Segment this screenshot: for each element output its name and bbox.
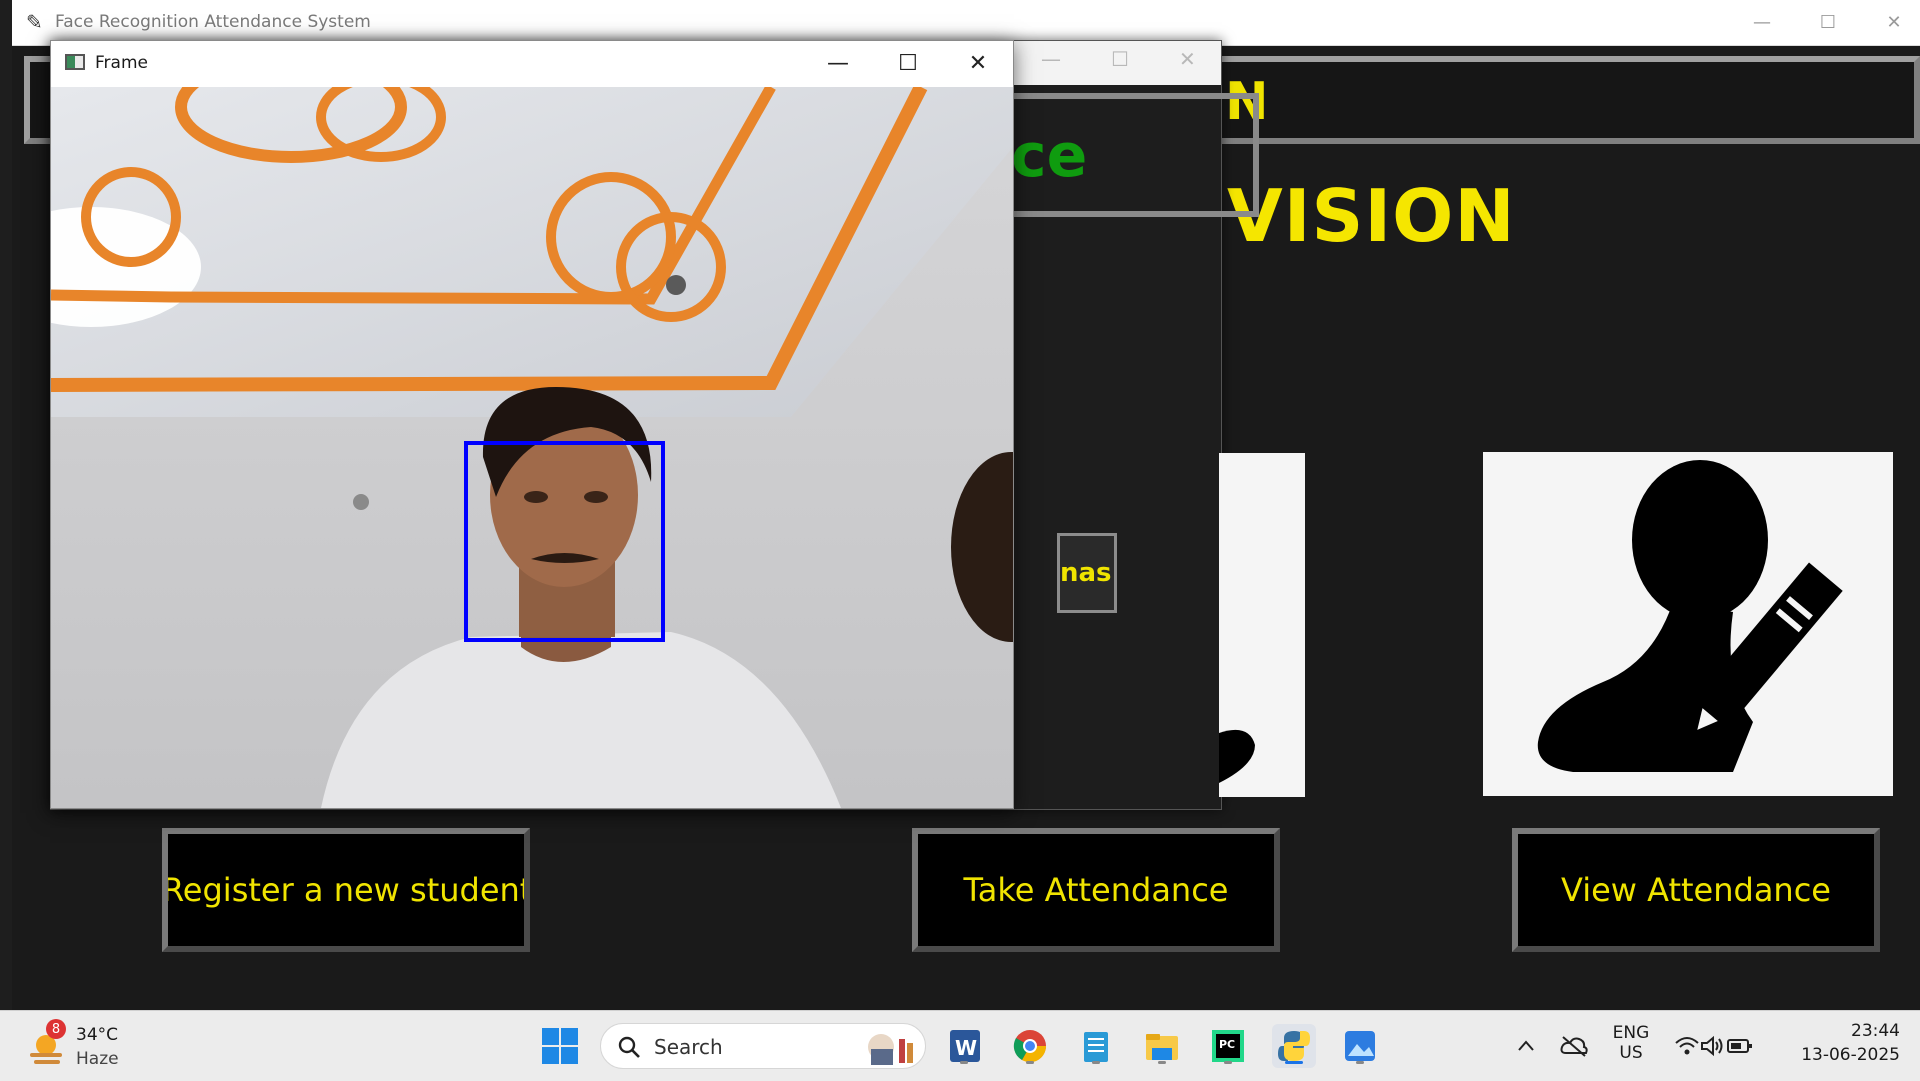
pycharm-icon: PC <box>1212 1030 1244 1062</box>
view-attendance-image <box>1483 452 1893 796</box>
running-indicator <box>1158 1061 1166 1064</box>
taskbar-notepad[interactable] <box>1074 1024 1118 1068</box>
svg-text:PC: PC <box>1219 1038 1235 1051</box>
weather-widget[interactable]: 8 34°C Haze <box>26 1019 126 1069</box>
frame-close-button[interactable]: ✕ <box>943 41 1013 86</box>
running-indicator <box>1224 1061 1232 1064</box>
python-icon <box>1278 1031 1310 1061</box>
user-edit-icon <box>1537 460 1843 772</box>
show-hidden-icons-button[interactable] <box>1504 1024 1548 1068</box>
language-indicator[interactable]: ENG US <box>1608 1023 1654 1063</box>
onedrive-tray-button[interactable] <box>1552 1024 1596 1068</box>
view-attendance-label: View Attendance <box>1561 871 1831 909</box>
chrome-icon <box>1013 1030 1047 1063</box>
search-icon <box>618 1036 640 1058</box>
feather-icon: ✎ <box>26 10 43 34</box>
minimize-button[interactable]: — <box>1729 0 1795 45</box>
clock-time: 23:44 <box>1851 1021 1900 1041</box>
close-button[interactable]: ✕ <box>1861 0 1920 45</box>
take-attendance-button[interactable]: Take Attendance <box>912 828 1280 952</box>
network-volume-battery[interactable] <box>1666 1024 1762 1068</box>
language-top: ENG <box>1612 1023 1650 1043</box>
camera-frame-window: Frame — ☐ ✕ <box>50 40 1014 809</box>
volume-icon <box>1701 1035 1723 1057</box>
cloud-offline-icon <box>1560 1036 1588 1057</box>
secondary-maximize-button[interactable]: ☐ <box>1111 47 1129 71</box>
secondary-close-button[interactable]: ✕ <box>1179 47 1196 71</box>
taskbar-chrome[interactable] <box>1008 1024 1052 1068</box>
secondary-button[interactable]: nas <box>1057 533 1117 613</box>
window-title: Face Recognition Attendance System <box>55 12 371 32</box>
clock[interactable]: 23:44 13-06-2025 <box>1790 1021 1900 1065</box>
secondary-minimize-button[interactable]: — <box>1041 47 1061 71</box>
take-attendance-label: Take Attendance <box>963 871 1229 909</box>
running-indicator <box>960 1061 968 1064</box>
weather-condition: Haze <box>76 1049 119 1069</box>
word-icon: W <box>950 1030 980 1062</box>
register-student-label: Register a new student <box>162 871 530 909</box>
wifi-icon <box>1675 1037 1699 1055</box>
register-student-button[interactable]: Register a new student <box>162 828 530 952</box>
running-indicator <box>1026 1061 1034 1064</box>
running-indicator <box>1092 1061 1100 1064</box>
taskbar-photos[interactable] <box>1338 1024 1382 1068</box>
maximize-button[interactable]: ☐ <box>1795 0 1861 45</box>
battery-icon <box>1727 1039 1752 1053</box>
frame-maximize-button[interactable]: ☐ <box>873 41 943 86</box>
taskbar-file-explorer[interactable] <box>1140 1024 1184 1068</box>
windows-start-icon <box>542 1028 578 1064</box>
frame-titlebar[interactable]: Frame — ☐ ✕ <box>51 41 1013 86</box>
search-placeholder: Search <box>654 1035 723 1059</box>
active-indicator <box>1285 1061 1303 1064</box>
taskbar: 8 34°C Haze Search W PC ENG US 23:44 13-… <box>0 1010 1920 1081</box>
heading-text: VISION <box>1227 174 1516 258</box>
secondary-image <box>1219 453 1305 797</box>
frame-minimize-button[interactable]: — <box>803 41 873 86</box>
user-silhouette-icon <box>1219 729 1255 783</box>
chevron-up-icon <box>1518 1040 1534 1051</box>
camera-feed <box>51 87 1013 808</box>
secondary-button-label: nas <box>1060 558 1112 588</box>
clock-date: 13-06-2025 <box>1801 1045 1900 1065</box>
notepad-icon <box>1084 1032 1108 1062</box>
taskbar-pycharm[interactable]: PC <box>1206 1024 1250 1068</box>
language-bottom: US <box>1619 1043 1643 1063</box>
photos-icon <box>1345 1031 1375 1061</box>
svg-text:W: W <box>955 1036 977 1060</box>
weather-temp: 34°C <box>76 1025 119 1045</box>
taskbar-python[interactable] <box>1272 1024 1316 1068</box>
weather-badge: 8 <box>46 1019 66 1039</box>
search-highlight-icon <box>868 1034 913 1065</box>
folder-icon <box>1146 1034 1178 1060</box>
taskbar-search[interactable]: Search <box>600 1023 926 1069</box>
webcam-image <box>51 87 1013 808</box>
running-indicator <box>1356 1061 1364 1064</box>
frame-title: Frame <box>95 53 148 73</box>
taskbar-word[interactable]: W <box>942 1024 986 1068</box>
view-attendance-button[interactable]: View Attendance <box>1512 828 1880 952</box>
start-button[interactable] <box>538 1024 582 1068</box>
green-label-text: ce <box>1011 121 1088 191</box>
opencv-window-icon <box>65 54 85 70</box>
